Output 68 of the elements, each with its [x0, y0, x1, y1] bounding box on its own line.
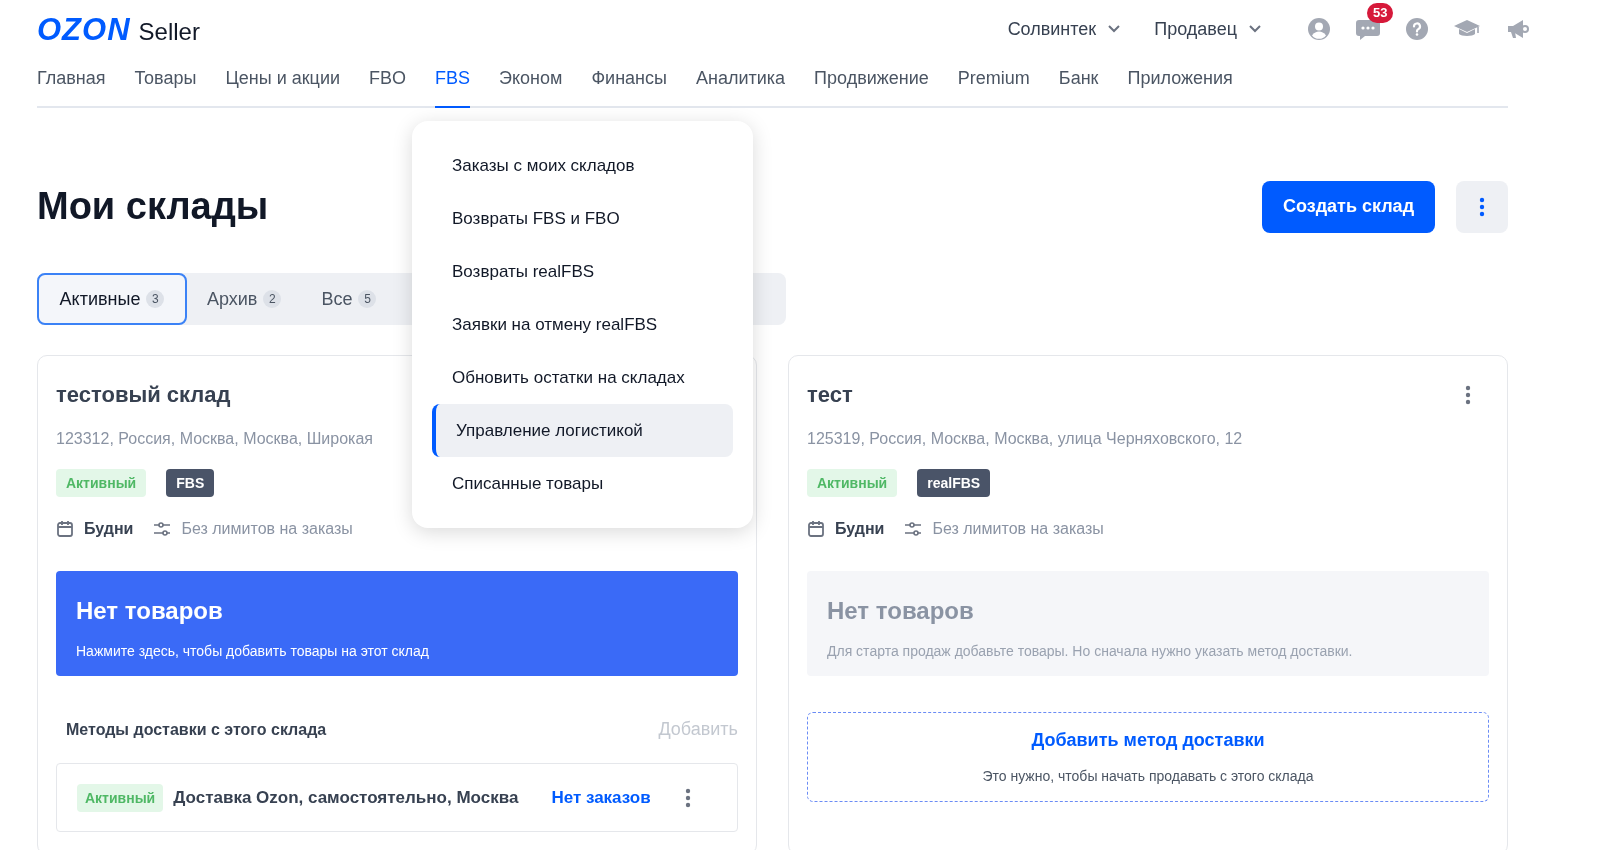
menu-item[interactable]: Заявки на отмену realFBS: [432, 298, 733, 351]
create-warehouse-button[interactable]: Создать склад: [1262, 180, 1435, 233]
more-icon[interactable]: [1465, 384, 1471, 405]
calendar-icon: [807, 520, 825, 538]
more-button[interactable]: [1456, 180, 1508, 233]
warehouse-name: тестовый склад: [56, 381, 231, 409]
nav-tab[interactable]: Финансы: [591, 60, 667, 108]
nav-tab[interactable]: Товары: [134, 60, 197, 108]
menu-item[interactable]: Заказы с моих складов: [432, 139, 733, 192]
count-badge: 3: [146, 290, 165, 308]
sliders-icon: [904, 520, 923, 538]
sliders-icon: [153, 520, 172, 538]
count-badge: 5: [358, 290, 377, 308]
count-badge: 2: [263, 290, 282, 308]
logo-suffix: Seller: [138, 19, 200, 44]
menu-item[interactable]: Управление логистикой: [432, 404, 733, 457]
status-tag: Активный: [807, 469, 898, 497]
add-products-banner[interactable]: Нет товаров Нажмите здесь, чтобы добавить товары на этот склад: [56, 571, 738, 676]
menu-item[interactable]: Возвраты realFBS: [432, 245, 733, 298]
warehouse-name: тест: [807, 381, 853, 409]
calendar-icon: [56, 520, 74, 538]
chevron-down-icon: [1249, 25, 1261, 33]
delivery-method-name: Доставка Ozon, самостоятельно, Москва: [173, 786, 519, 809]
nav-tab[interactable]: Цены и акции: [225, 60, 340, 108]
filter-tab[interactable]: Архив 2: [187, 273, 302, 325]
role-dropdown[interactable]: Продавец: [1154, 15, 1261, 43]
menu-item[interactable]: Возвраты FBS и FBO: [432, 192, 733, 245]
megaphone-icon[interactable]: [1505, 17, 1531, 41]
filter-tab[interactable]: Активные 3: [37, 273, 187, 325]
profile-icon[interactable]: [1307, 17, 1331, 41]
nav-tab[interactable]: Premium: [957, 60, 1030, 108]
ozon-logo[interactable]: OZON: [37, 13, 131, 45]
nav-tab[interactable]: Приложения: [1127, 60, 1233, 108]
products-title: Нет товаров: [827, 596, 975, 626]
nav-tab[interactable]: Банк: [1058, 60, 1099, 108]
products-hint: Для старта продаж добавьте товары. Но сначала нужно указать метод доставки.: [827, 642, 1354, 661]
limits-text: Без лимитов на заказы: [932, 519, 1104, 539]
nav-tab[interactable]: Продвижение: [814, 60, 929, 108]
scheme-tag: realFBS: [917, 469, 991, 497]
menu-item[interactable]: Обновить остатки на складах: [432, 351, 733, 404]
menu-item[interactable]: Списанные товары: [432, 457, 733, 510]
scheme-tag: FBS: [166, 469, 215, 497]
limits-text: Без лимитов на заказы: [181, 519, 353, 539]
more-icon: [1479, 196, 1485, 217]
schedule-text: Будни: [84, 519, 134, 539]
status-tag: Активный: [77, 783, 164, 812]
chevron-down-icon: [1108, 25, 1121, 33]
nav-tab[interactable]: Аналитика: [696, 60, 786, 108]
products-hint: Нажмите здесь, чтобы добавить товары на этот склад: [76, 642, 430, 661]
nav-tab[interactable]: FBS: [435, 60, 471, 108]
status-tag: Активный: [56, 469, 147, 497]
more-icon[interactable]: [684, 787, 691, 808]
warehouse-address: 125319, Россия, Москва, Москва, улица Черняховского, 12: [807, 429, 1243, 449]
nav-tab[interactable]: Эконом: [499, 60, 563, 108]
notification-badge: 53: [1367, 3, 1394, 23]
section-title: Методы доставки с этого склада: [66, 719, 327, 740]
products-title: Нет товаров: [76, 596, 224, 626]
company-dropdown[interactable]: Солвинтек: [1007, 15, 1121, 43]
schedule-text: Будни: [835, 519, 885, 539]
add-delivery-method-button[interactable]: Добавить метод доставки Это нужно, чтобы начать продавать с этого склада: [807, 712, 1489, 802]
filter-tab[interactable]: Все 5: [301, 273, 397, 325]
add-delivery-hint: Это нужно, чтобы начать продавать с этого склада: [981, 767, 1315, 786]
warehouse-address: 123312, Россия, Москва, Москва, Широкая: [56, 429, 373, 449]
help-icon[interactable]: [1405, 17, 1429, 41]
page-title: Мои склады: [37, 184, 269, 229]
nav-tab[interactable]: FBO: [369, 60, 407, 108]
nav-tab[interactable]: Главная: [37, 60, 106, 108]
orders-link[interactable]: Нет заказов: [551, 784, 651, 811]
